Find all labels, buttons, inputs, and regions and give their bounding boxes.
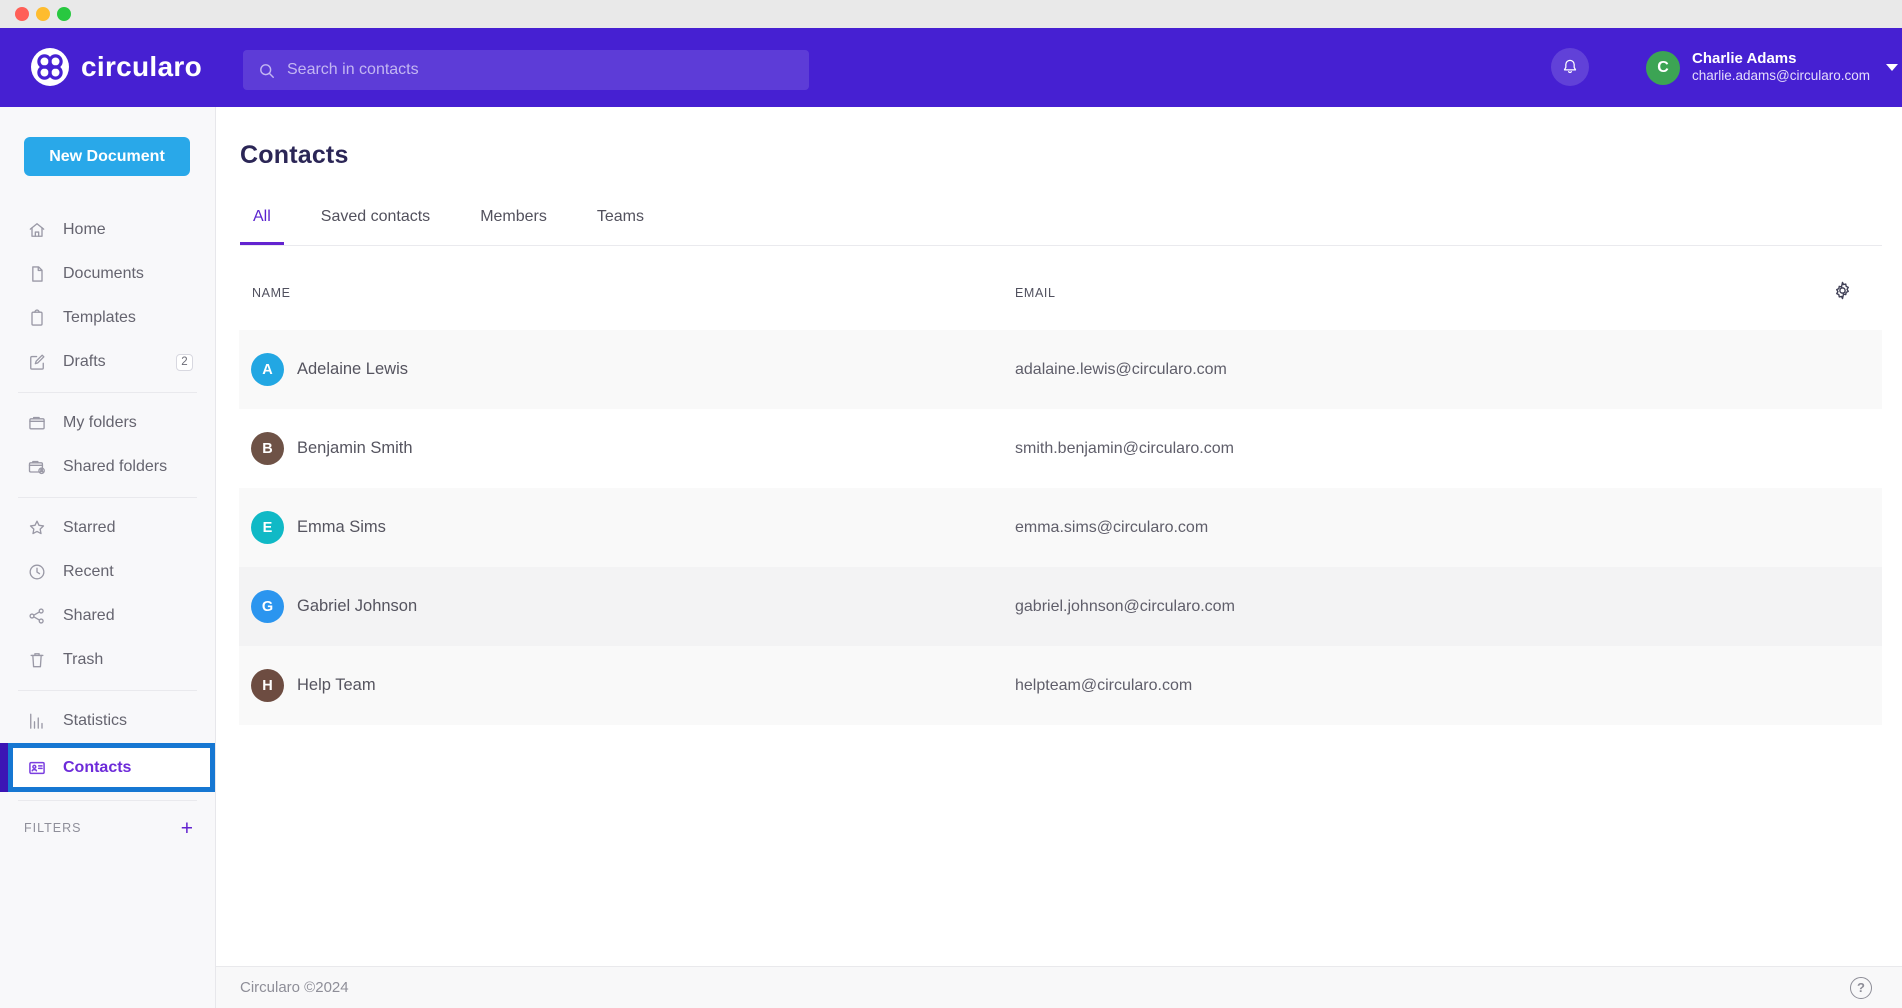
main-content: Contacts All Saved contacts Members Team… <box>216 107 1902 1008</box>
trash-icon <box>27 650 47 670</box>
tab-bar: All Saved contacts Members Teams <box>240 191 1882 246</box>
contact-name: Gabriel Johnson <box>297 597 417 616</box>
contact-email: adalaine.lewis@circularo.com <box>1015 361 1227 379</box>
sidebar-item-shared-folders[interactable]: Shared folders <box>0 445 215 489</box>
table-row[interactable]: E Emma Sims emma.sims@circularo.com <box>239 488 1882 567</box>
sidebar-item-trash[interactable]: Trash <box>0 638 215 682</box>
contact-avatar: A <box>251 353 284 386</box>
table-row[interactable]: G Gabriel Johnson gabriel.johnson@circul… <box>239 567 1882 646</box>
tab-members[interactable]: Members <box>467 191 560 245</box>
tab-teams[interactable]: Teams <box>584 191 657 245</box>
sidebar-item-drafts[interactable]: Drafts 2 <box>0 340 215 384</box>
contacts-table: A Adelaine Lewis adalaine.lewis@circular… <box>239 330 1882 725</box>
column-header-email[interactable]: EMAIL <box>1015 286 1056 300</box>
filters-section: FILTERS + <box>0 811 215 845</box>
copyright-text: Circularo ©2024 <box>240 979 349 996</box>
drafts-count-badge: 2 <box>176 354 193 371</box>
chevron-down-icon <box>1886 64 1898 71</box>
sidebar-item-contacts[interactable]: Contacts <box>8 743 215 792</box>
contact-name: Benjamin Smith <box>297 439 413 458</box>
sidebar-divider <box>18 497 197 498</box>
contact-avatar: G <box>251 590 284 623</box>
sidebar-item-recent[interactable]: Recent <box>0 550 215 594</box>
app-header: circularo C Charlie Adams charlie.adams@… <box>0 28 1902 107</box>
gear-icon <box>1832 280 1853 301</box>
minimize-window-button[interactable] <box>36 7 50 21</box>
edit-icon <box>27 352 47 372</box>
contact-avatar: B <box>251 432 284 465</box>
table-header: NAME EMAIL <box>239 246 1882 330</box>
window-titlebar <box>0 0 1902 28</box>
sidebar-item-documents[interactable]: Documents <box>0 252 215 296</box>
sidebar-item-home[interactable]: Home <box>0 208 215 252</box>
new-document-button[interactable]: New Document <box>24 137 190 176</box>
sidebar-item-my-folders[interactable]: My folders <box>0 401 215 445</box>
contact-email: gabriel.johnson@circularo.com <box>1015 598 1235 616</box>
user-menu[interactable]: C Charlie Adams charlie.adams@circularo.… <box>1646 28 1898 107</box>
table-row[interactable]: B Benjamin Smith smith.benjamin@circular… <box>239 409 1882 488</box>
sidebar-item-shared[interactable]: Shared <box>0 594 215 638</box>
folder-icon <box>27 413 47 433</box>
help-button[interactable]: ? <box>1850 977 1872 999</box>
close-window-button[interactable] <box>15 7 29 21</box>
contact-email: helpteam@circularo.com <box>1015 677 1192 695</box>
share-icon <box>27 606 47 626</box>
table-row[interactable]: H Help Team helpteam@circularo.com <box>239 646 1882 725</box>
filters-label: FILTERS <box>24 821 81 835</box>
tab-saved-contacts[interactable]: Saved contacts <box>308 191 443 245</box>
contact-name: Adelaine Lewis <box>297 360 408 379</box>
sidebar-divider <box>18 690 197 691</box>
contact-avatar: E <box>251 511 284 544</box>
table-settings-button[interactable] <box>1828 276 1856 304</box>
star-icon <box>27 518 47 538</box>
question-mark-icon: ? <box>1857 980 1865 995</box>
column-header-name[interactable]: NAME <box>252 286 291 300</box>
bar-chart-icon <box>27 711 47 731</box>
document-icon <box>27 264 47 284</box>
clipboard-icon <box>27 308 47 328</box>
tab-all[interactable]: All <box>240 191 284 245</box>
sidebar-nav: Home Documents Templates <box>0 208 215 845</box>
contacts-card-icon <box>27 758 47 778</box>
circularo-logo-icon <box>30 47 70 87</box>
sidebar: New Document Home Documents <box>0 107 216 1008</box>
search-icon <box>257 61 276 80</box>
contact-email: emma.sims@circularo.com <box>1015 519 1208 537</box>
user-avatar: C <box>1646 51 1680 85</box>
notifications-button[interactable] <box>1551 48 1589 86</box>
contact-name: Help Team <box>297 676 376 695</box>
active-item-indicator <box>0 743 8 792</box>
table-row[interactable]: A Adelaine Lewis adalaine.lewis@circular… <box>239 330 1882 409</box>
clock-icon <box>27 562 47 582</box>
home-icon <box>27 220 47 240</box>
brand-name: circularo <box>81 51 202 83</box>
zoom-window-button[interactable] <box>57 7 71 21</box>
contact-email: smith.benjamin@circularo.com <box>1015 440 1234 458</box>
sidebar-divider <box>18 800 197 801</box>
contact-name: Emma Sims <box>297 518 386 537</box>
contact-avatar: H <box>251 669 284 702</box>
shared-folder-icon <box>27 457 47 477</box>
sidebar-item-starred[interactable]: Starred <box>0 506 215 550</box>
user-name: Charlie Adams <box>1692 50 1870 69</box>
footer: Circularo ©2024 ? <box>216 966 1902 1008</box>
sidebar-divider <box>18 392 197 393</box>
sidebar-item-statistics[interactable]: Statistics <box>0 699 215 743</box>
search-bar[interactable] <box>243 50 809 90</box>
brand-logo[interactable]: circularo <box>30 47 202 87</box>
add-filter-button[interactable]: + <box>181 818 193 839</box>
page-title: Contacts <box>240 141 349 170</box>
bell-icon <box>1560 57 1580 77</box>
user-email: charlie.adams@circularo.com <box>1692 68 1870 85</box>
sidebar-item-templates[interactable]: Templates <box>0 296 215 340</box>
search-input[interactable] <box>287 61 795 79</box>
